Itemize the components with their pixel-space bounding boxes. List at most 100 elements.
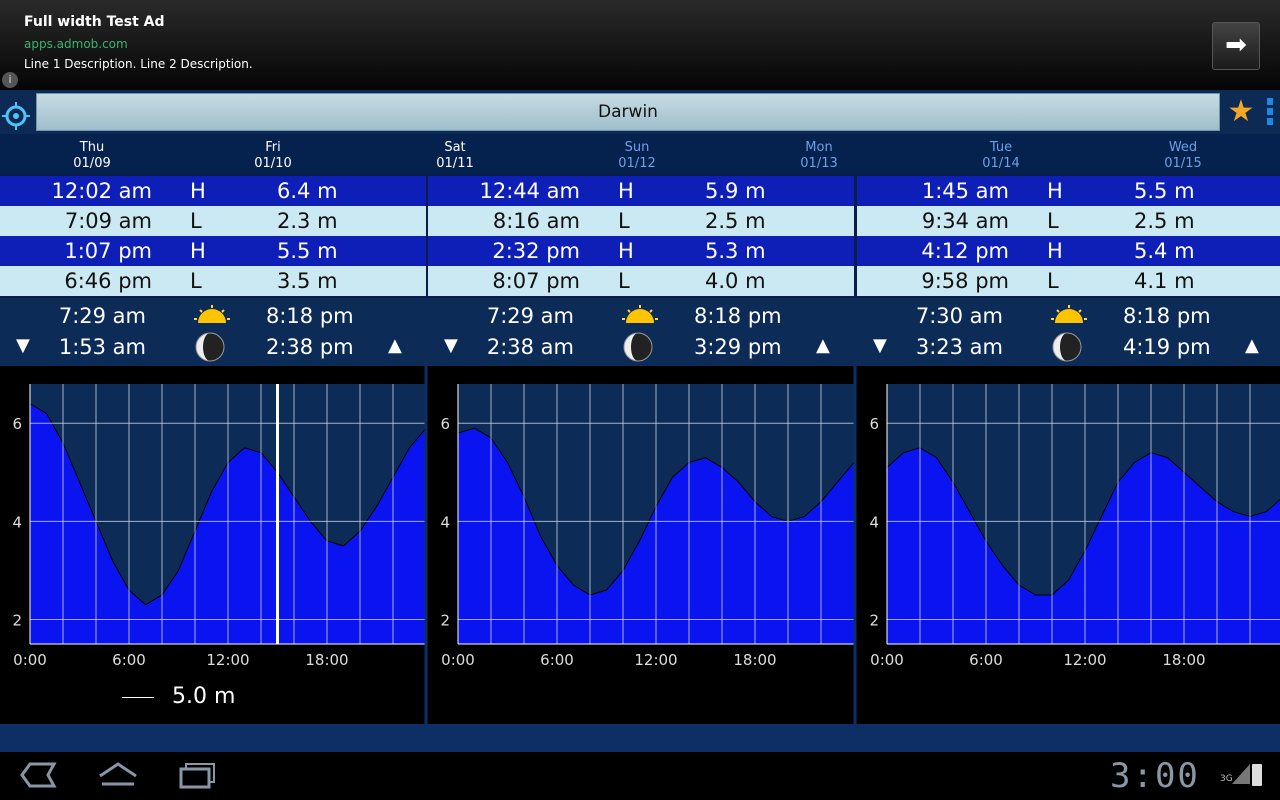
tide-time: 12:44 am <box>479 179 580 203</box>
current-level-legend: 5.0 m <box>122 684 235 709</box>
x-tick-label: 12:00 <box>1063 651 1106 669</box>
tide-row: 8:16 am L 2.5 m <box>428 206 854 236</box>
day-name: Fri <box>265 140 281 155</box>
tide-type: L <box>618 209 630 233</box>
tide-charts: 2 4 6 0:00 6:00 12:00 18:00 2 4 6 0:00 6:00 12:00 18:… <box>0 366 1280 724</box>
day-name: Sun <box>624 140 650 155</box>
sun-moon-panel: 7:30 am 8:18 pm 3:23 am 4:19 pm ▼ ▲ <box>857 298 1280 366</box>
tide-row: 1:07 pm H 5.5 m <box>0 236 426 266</box>
tide-row: 12:44 am H 5.9 m <box>428 176 854 206</box>
sunrise-time: 7:29 am <box>486 304 574 328</box>
tide-table: 1:45 am H 5.5 m 9:34 am L 2.5 m 4:12 pm H 5.4 m 9… <box>857 176 1280 298</box>
ad-banner[interactable]: Full width Test Ad apps.admob.com Line 1… <box>0 0 1280 90</box>
sun-icon <box>1051 304 1087 323</box>
sunrise-time: 7:29 am <box>58 304 146 328</box>
tide-row: 12:02 am H 6.4 m <box>0 176 426 206</box>
tide-height: 4.0 m <box>705 269 766 293</box>
tide-height: 2.5 m <box>1134 209 1195 233</box>
tide-row: 9:58 pm L 4.1 m <box>857 266 1280 296</box>
home-icon[interactable] <box>96 760 140 792</box>
y-tick-label: 2 <box>440 611 450 629</box>
tide-type: L <box>190 209 202 233</box>
ad-url[interactable]: apps.admob.com <box>24 37 128 51</box>
moon-up-icon: ▲ <box>1245 335 1259 356</box>
x-tick-label: 6:00 <box>112 651 146 669</box>
sun-moon-panel: 7:29 am 8:18 pm 1:53 am 2:38 pm ▼ ▲ <box>0 298 426 366</box>
tide-type: H <box>190 179 206 203</box>
tide-type: H <box>618 179 634 203</box>
day-header[interactable]: Thu 01/09 <box>52 140 132 172</box>
moonset-time: 1:53 am <box>58 335 146 359</box>
x-tick-label: 12:00 <box>634 651 677 669</box>
y-tick-label: 4 <box>12 513 22 531</box>
x-tick-label: 18:00 <box>305 651 348 669</box>
day-header[interactable]: Mon 01/13 <box>779 140 859 172</box>
y-tick-label: 2 <box>12 611 22 629</box>
tide-height: 6.4 m <box>277 179 338 203</box>
day-date: 01/09 <box>73 156 111 171</box>
recent-apps-icon[interactable] <box>178 760 218 792</box>
tide-row: 4:12 pm H 5.4 m <box>857 236 1280 266</box>
overflow-menu-icon[interactable] <box>1264 96 1276 130</box>
y-tick-label: 2 <box>869 611 879 629</box>
tide-time: 1:07 pm <box>64 239 152 263</box>
tide-row: 6:46 pm L 3.5 m <box>0 266 426 296</box>
day-date: 01/15 <box>1164 156 1202 171</box>
battery-icon <box>1252 764 1262 786</box>
crosshair-icon[interactable] <box>0 100 32 132</box>
moonrise-time: 3:29 pm <box>694 335 782 359</box>
moon-phase-icon <box>194 331 226 363</box>
tide-type: H <box>1047 179 1063 203</box>
tide-tables: 12:02 am H 6.4 m 7:09 am L 2.3 m 1:07 pm H 5.5 m… <box>0 174 1280 298</box>
tide-time: 8:16 am <box>492 209 580 233</box>
day-header-row: Thu 01/09 Fri 01/10 Sat 01/11 Sun 01/12 Mon 01/13… <box>0 134 1280 174</box>
right-arrow-icon[interactable]: ➡ <box>1212 22 1260 70</box>
status-clock: 3:00 <box>1110 756 1200 796</box>
current-level-label: 5.0 m <box>172 684 236 709</box>
tide-type: L <box>1047 209 1059 233</box>
sun-moon-row: 7:29 am 8:18 pm 1:53 am 2:38 pm ▼ ▲ 7:29 am 8:1… <box>0 298 1280 366</box>
day-header[interactable]: Wed 01/15 <box>1143 140 1223 172</box>
ad-title[interactable]: Full width Test Ad <box>24 14 165 30</box>
info-icon[interactable]: i <box>2 72 18 88</box>
tide-type: H <box>1047 239 1063 263</box>
x-tick-label: 6:00 <box>540 651 574 669</box>
tide-time: 12:02 am <box>51 179 152 203</box>
y-tick-label: 6 <box>440 415 450 433</box>
moon-phase-icon <box>1051 331 1083 363</box>
tide-row: 2:32 pm H 5.3 m <box>428 236 854 266</box>
tide-row: 7:09 am L 2.3 m <box>0 206 426 236</box>
tide-type: L <box>618 269 630 293</box>
day-header[interactable]: Fri 01/10 <box>233 140 313 172</box>
location-title[interactable]: Darwin <box>36 93 1220 131</box>
sunrise-time: 7:30 am <box>915 304 1003 328</box>
tide-height: 4.1 m <box>1134 269 1195 293</box>
back-icon[interactable] <box>18 760 58 792</box>
tide-chart-svg: 2 4 6 0:00 6:00 12:00 18:00 2 4 6 0:00 6:00 12:00 18:… <box>12 366 1280 724</box>
day-name: Sat <box>444 140 466 155</box>
system-nav-bar: 3:00 3G <box>0 752 1280 800</box>
day-date: 01/14 <box>982 156 1020 171</box>
tide-height: 2.3 m <box>277 209 338 233</box>
sun-moon-panel: 7:29 am 8:18 pm 2:38 am 3:29 pm ▼ ▲ <box>428 298 854 366</box>
x-tick-label: 0:00 <box>870 651 904 669</box>
day-name: Tue <box>989 140 1013 155</box>
tide-type: L <box>190 269 202 293</box>
tide-height: 5.4 m <box>1134 239 1195 263</box>
tide-type: L <box>1047 269 1059 293</box>
day-header[interactable]: Sun 01/12 <box>597 140 677 172</box>
tide-row: 9:34 am L 2.5 m <box>857 206 1280 236</box>
day-header[interactable]: Tue 01/14 <box>961 140 1041 172</box>
y-tick-label: 6 <box>869 415 879 433</box>
sun-icon <box>622 304 658 323</box>
sunset-time: 8:18 pm <box>266 304 354 328</box>
tide-time: 1:45 am <box>921 179 1009 203</box>
ad-description: Line 1 Description. Line 2 Description. <box>24 57 253 71</box>
y-tick-label: 6 <box>12 415 22 433</box>
day-name: Thu <box>79 140 105 155</box>
star-icon[interactable]: ★ <box>1226 95 1256 129</box>
day-header[interactable]: Sat 01/11 <box>415 140 495 172</box>
moonrise-time: 2:38 pm <box>266 335 354 359</box>
tide-table: 12:02 am H 6.4 m 7:09 am L 2.3 m 1:07 pm H 5.5 m… <box>0 176 426 298</box>
bottom-bar <box>0 724 1280 752</box>
